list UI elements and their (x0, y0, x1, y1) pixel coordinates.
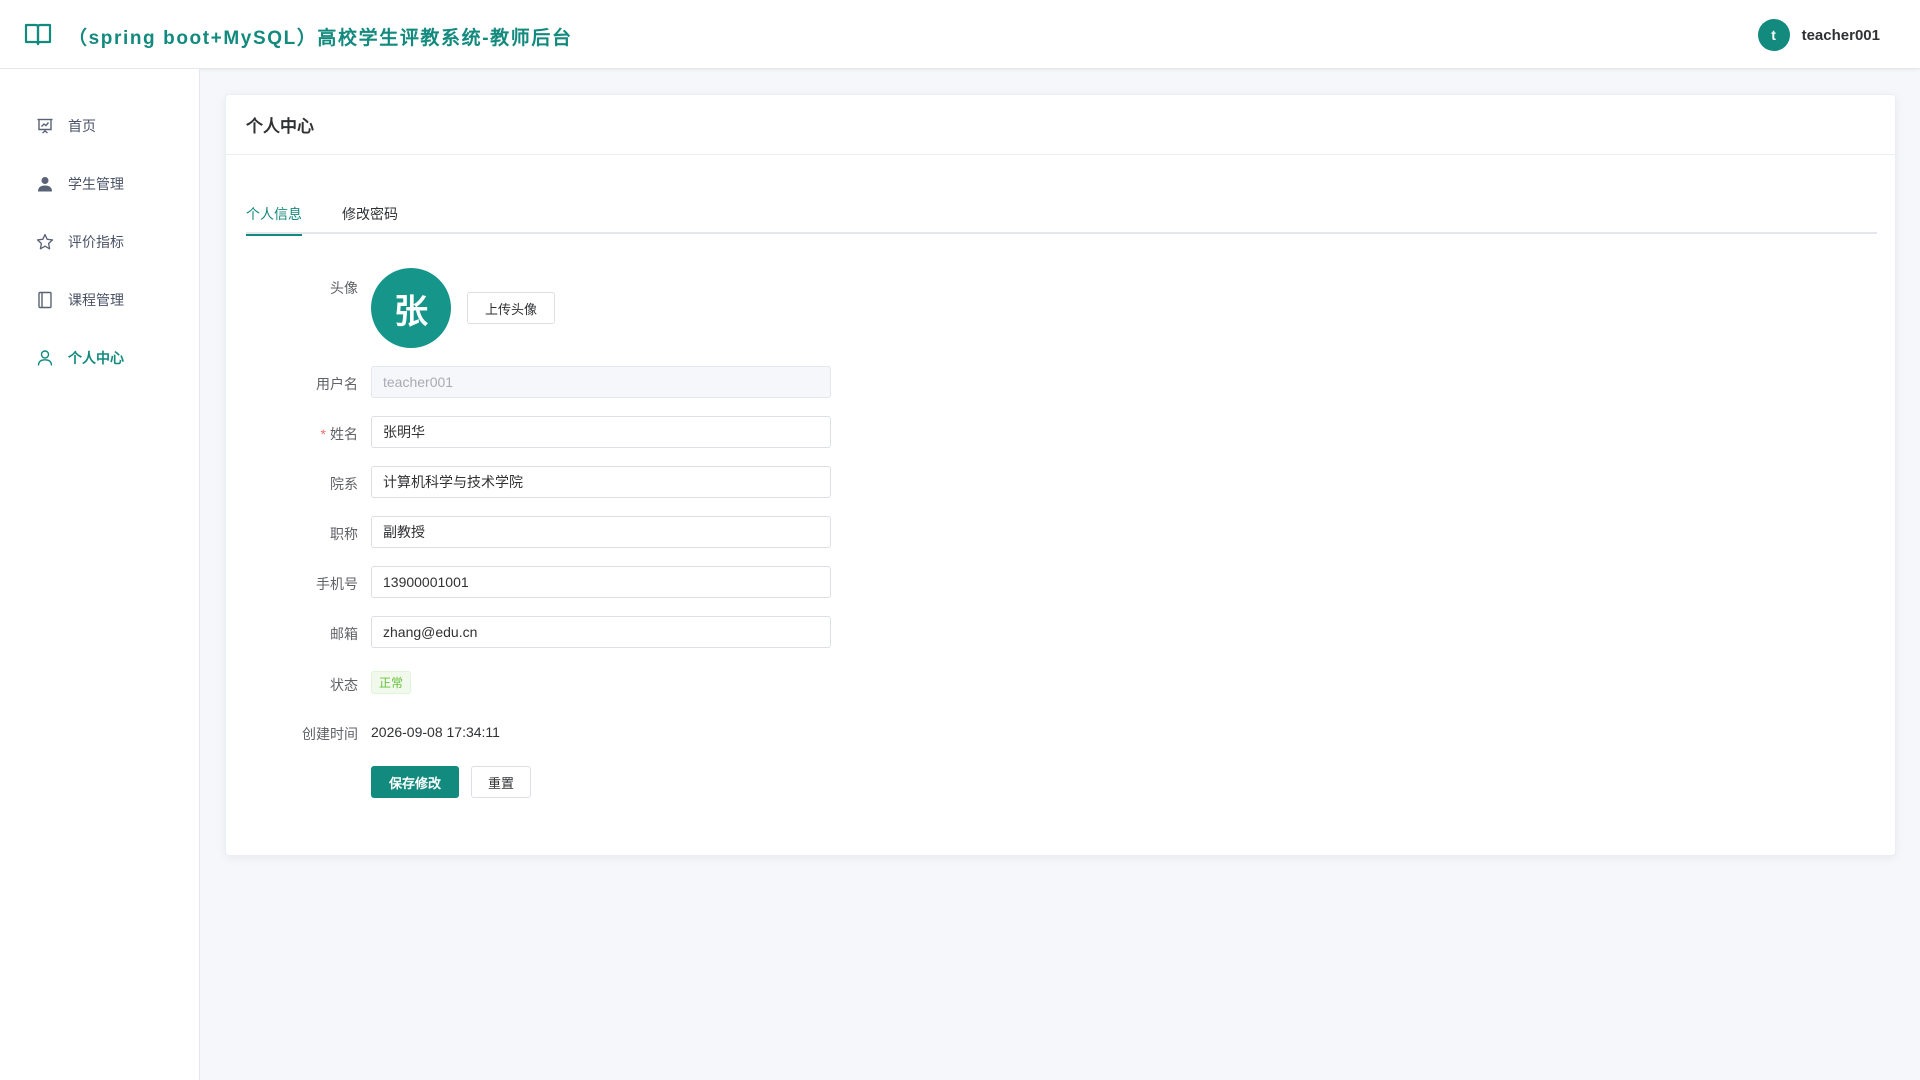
status-badge: 正常 (371, 671, 412, 694)
phone-row: 手机号 (246, 566, 1146, 598)
user-menu[interactable]: t teacher001 (1757, 19, 1880, 51)
department-row: 院系 (246, 466, 1146, 498)
sidebar-item-courses[interactable]: 课程管理 (0, 271, 200, 329)
star-icon (36, 233, 54, 250)
profile-tabs: 个人信息 修改密码 (246, 204, 1877, 236)
user-icon (38, 177, 52, 192)
sidebar-item-home[interactable]: 首页 (0, 97, 200, 155)
title-field[interactable] (371, 516, 831, 548)
sidebar-item-criteria[interactable]: 评价指标 (0, 213, 200, 271)
email-field[interactable] (371, 616, 831, 648)
profile-card: 个人中心 个人信息 修改密码 头像 张 上传头像 用户名 *姓名 院系 职称 手… (225, 94, 1896, 856)
top-header: （spring boot+MySQL）高校学生评教系统-教师后台 t teach… (0, 0, 1920, 69)
username-label: 用户名 (316, 376, 358, 392)
title-row: 职称 (246, 516, 1146, 548)
created-time: 2026-09-08 17:34:11 (371, 724, 500, 740)
phone-label: 手机号 (316, 576, 358, 592)
profile-avatar: 张 (371, 268, 451, 348)
avatar-label: 头像 (330, 280, 358, 296)
user-outline-icon (37, 350, 53, 366)
sidebar-item-label: 评价指标 (68, 234, 124, 250)
name-field[interactable] (371, 416, 831, 448)
sidebar-item-label: 学生管理 (68, 176, 124, 192)
name-label: * 姓名 (320, 426, 358, 442)
upload-avatar-button[interactable]: 上传头像 (467, 292, 555, 324)
avatar-row: 头像 张 上传头像 (246, 268, 1146, 348)
form-actions: 保存修改 重置 (246, 766, 1146, 798)
email-row: 邮箱 (246, 616, 1146, 648)
presentation-chart-icon (37, 118, 53, 134)
username-row: 用户名 (246, 366, 1146, 398)
sidebar-item-students[interactable]: 学生管理 (0, 155, 200, 213)
name-row: * 姓名 (246, 416, 1146, 448)
sidebar-item-label: 课程管理 (68, 292, 124, 308)
email-label: 邮箱 (330, 626, 358, 642)
created-row: 创建时间 2026-09-08 17:34:11 (246, 724, 1146, 744)
sidebar-item-profile[interactable]: 个人中心 (0, 329, 200, 387)
book-open-icon (24, 23, 52, 46)
username-field (371, 366, 831, 398)
save-button[interactable]: 保存修改 (371, 766, 459, 798)
tab-change-password[interactable]: 修改密码 (342, 204, 398, 234)
tab-personal-info[interactable]: 个人信息 (246, 204, 302, 236)
created-label: 创建时间 (302, 726, 358, 742)
status-row: 状态 正常 (246, 671, 1146, 695)
status-label: 状态 (330, 677, 358, 693)
title-label: 职称 (330, 526, 358, 542)
reset-button[interactable]: 重置 (471, 766, 531, 798)
app-title: （spring boot+MySQL）高校学生评教系统-教师后台 (68, 28, 573, 49)
sidebar-item-label: 首页 (68, 118, 96, 134)
required-mark: * (320, 426, 326, 442)
card-title: 个人中心 (226, 95, 1895, 155)
sidebar-item-label: 个人中心 (68, 350, 124, 366)
department-label: 院系 (330, 476, 358, 492)
user-name[interactable]: teacher001 (1802, 27, 1880, 44)
sidebar: 首页 学生管理 评价指标 课程管理 个人中心 (0, 69, 200, 1080)
user-avatar[interactable]: t (1757, 19, 1790, 51)
phone-field[interactable] (371, 566, 831, 598)
department-field[interactable] (371, 466, 831, 498)
notebook-icon (38, 291, 52, 309)
